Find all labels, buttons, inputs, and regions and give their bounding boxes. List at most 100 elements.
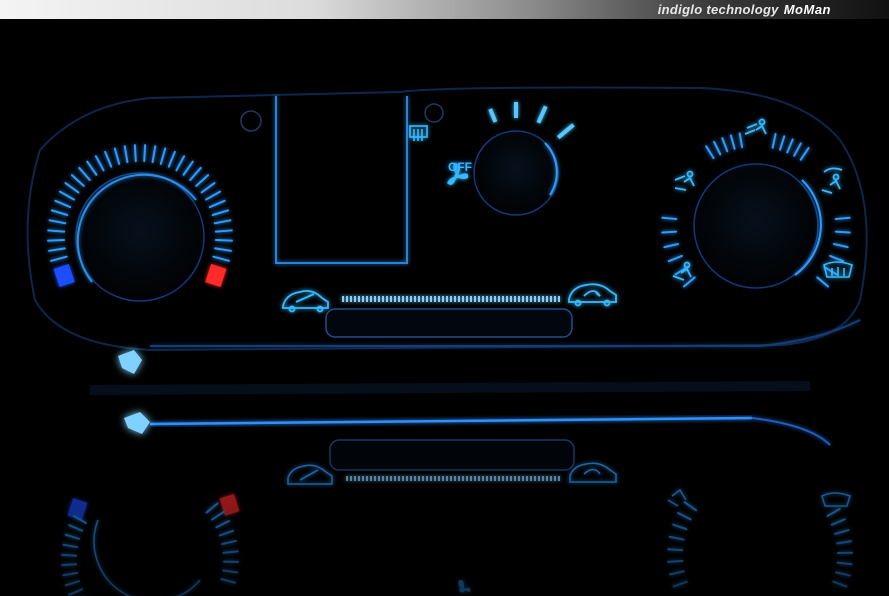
fan-speed-tick — [488, 108, 498, 123]
slider-tick — [478, 296, 480, 302]
airflow-mode-tick — [738, 132, 744, 149]
brand-name: indiglo technology — [657, 2, 779, 17]
slider-tick — [350, 296, 352, 302]
slider-tick — [454, 296, 456, 302]
temperature-tick — [214, 229, 233, 233]
airflow-mode-tick — [786, 138, 794, 154]
temperature-tick — [182, 160, 194, 176]
slider-tick — [506, 296, 508, 302]
airflow-mode-tick — [793, 142, 802, 157]
temperature-tick — [123, 145, 129, 164]
slider-tick — [434, 296, 436, 302]
slider-tick — [402, 296, 404, 302]
indicator-lamp-left — [240, 110, 262, 132]
slider-tick — [514, 296, 516, 302]
temperature-tick — [58, 190, 75, 201]
slider-tick — [410, 296, 412, 302]
slider-tick — [526, 296, 528, 302]
slider-tick — [534, 296, 536, 302]
slider-tick — [550, 296, 552, 302]
temperature-tick — [211, 209, 230, 217]
trim-clip-upper — [118, 350, 142, 374]
airflow-mode-tick — [667, 254, 683, 263]
slider-tick — [378, 296, 380, 302]
fan-speed-tick — [556, 123, 575, 140]
airflow-mode-tick — [721, 137, 729, 153]
airflow-mode-tick — [779, 135, 786, 151]
temperature-tick — [86, 160, 98, 176]
vent-feet-defrost-icon — [821, 167, 843, 194]
slider-tick — [386, 296, 388, 302]
airflow-mode-tick — [771, 133, 777, 149]
temperature-tick — [200, 182, 216, 194]
airflow-mode-tick — [816, 276, 830, 288]
airflow-mode-tick — [663, 242, 680, 249]
airflow-mode-knob[interactable] — [693, 163, 819, 289]
fan-speed-tick — [536, 105, 548, 124]
temperature-tick — [195, 174, 210, 187]
airflow-mode-tick — [834, 230, 851, 234]
slider-tick — [494, 296, 496, 302]
slider-tick — [398, 296, 400, 302]
hot-marker — [205, 263, 227, 287]
slider-tick — [458, 296, 460, 302]
slider-tick — [446, 296, 448, 302]
slider-tick — [482, 296, 484, 302]
slider-tick — [530, 296, 532, 302]
temperature-tick — [70, 174, 85, 187]
slider-tick — [354, 296, 356, 302]
slider-tick — [474, 296, 476, 302]
slider-tick — [462, 296, 464, 302]
slider-tick — [370, 296, 372, 302]
airflow-mode-tick — [729, 134, 736, 150]
temperature-tick — [47, 229, 66, 233]
temperature-tick — [48, 219, 67, 225]
dark-trim-band — [89, 381, 811, 395]
slider-tick — [390, 296, 392, 302]
temperature-tick — [151, 145, 157, 164]
airflow-mode-tick — [799, 147, 810, 161]
temperature-tick — [214, 247, 232, 252]
brand-text: indiglo technology MoMan — [658, 2, 831, 17]
temperature-knob[interactable] — [75, 172, 205, 302]
slider-tick — [426, 296, 428, 302]
temperature-tick — [159, 147, 167, 165]
slider-tick — [374, 296, 376, 302]
airflow-mode-tick — [661, 230, 678, 234]
slider-tick — [346, 296, 348, 302]
temperature-tick — [213, 219, 232, 225]
temperature-tick — [50, 209, 69, 217]
airflow-mode-tick — [832, 242, 849, 249]
slider-tick — [486, 296, 488, 302]
slider-tick — [554, 296, 556, 302]
airflow-mode-tick — [705, 145, 715, 160]
car-recirculate-icon — [568, 283, 617, 307]
temperature-tick — [189, 166, 202, 181]
temperature-tick — [214, 239, 233, 242]
slider-tick — [450, 296, 452, 302]
airflow-mode-tick — [834, 216, 851, 221]
reflection-fade — [0, 430, 889, 596]
airflow-mode-tick — [713, 140, 722, 156]
cold-marker — [53, 263, 75, 287]
temperature-tick — [208, 199, 226, 209]
slider-tick — [358, 296, 360, 302]
brand-logo: MoMan — [783, 2, 831, 17]
slider-tick — [438, 296, 440, 302]
vent-face-feet-icon — [674, 170, 695, 191]
recirculation-slider-track[interactable] — [342, 296, 560, 302]
temperature-tick — [143, 144, 147, 163]
temperature-tick — [47, 239, 66, 242]
slider-tick — [422, 296, 424, 302]
fan-off-label: OFF — [448, 160, 472, 174]
climate-control-panel: OFF — [0, 19, 889, 596]
fan-speed-scale — [488, 102, 575, 140]
slider-tick — [430, 296, 432, 302]
slider-tick — [546, 296, 548, 302]
temperature-tick — [212, 255, 230, 262]
slider-tick — [442, 296, 444, 302]
slider-tick — [498, 296, 500, 302]
slider-tick — [466, 296, 468, 302]
slider-tick — [418, 296, 420, 302]
slider-tick — [522, 296, 524, 302]
